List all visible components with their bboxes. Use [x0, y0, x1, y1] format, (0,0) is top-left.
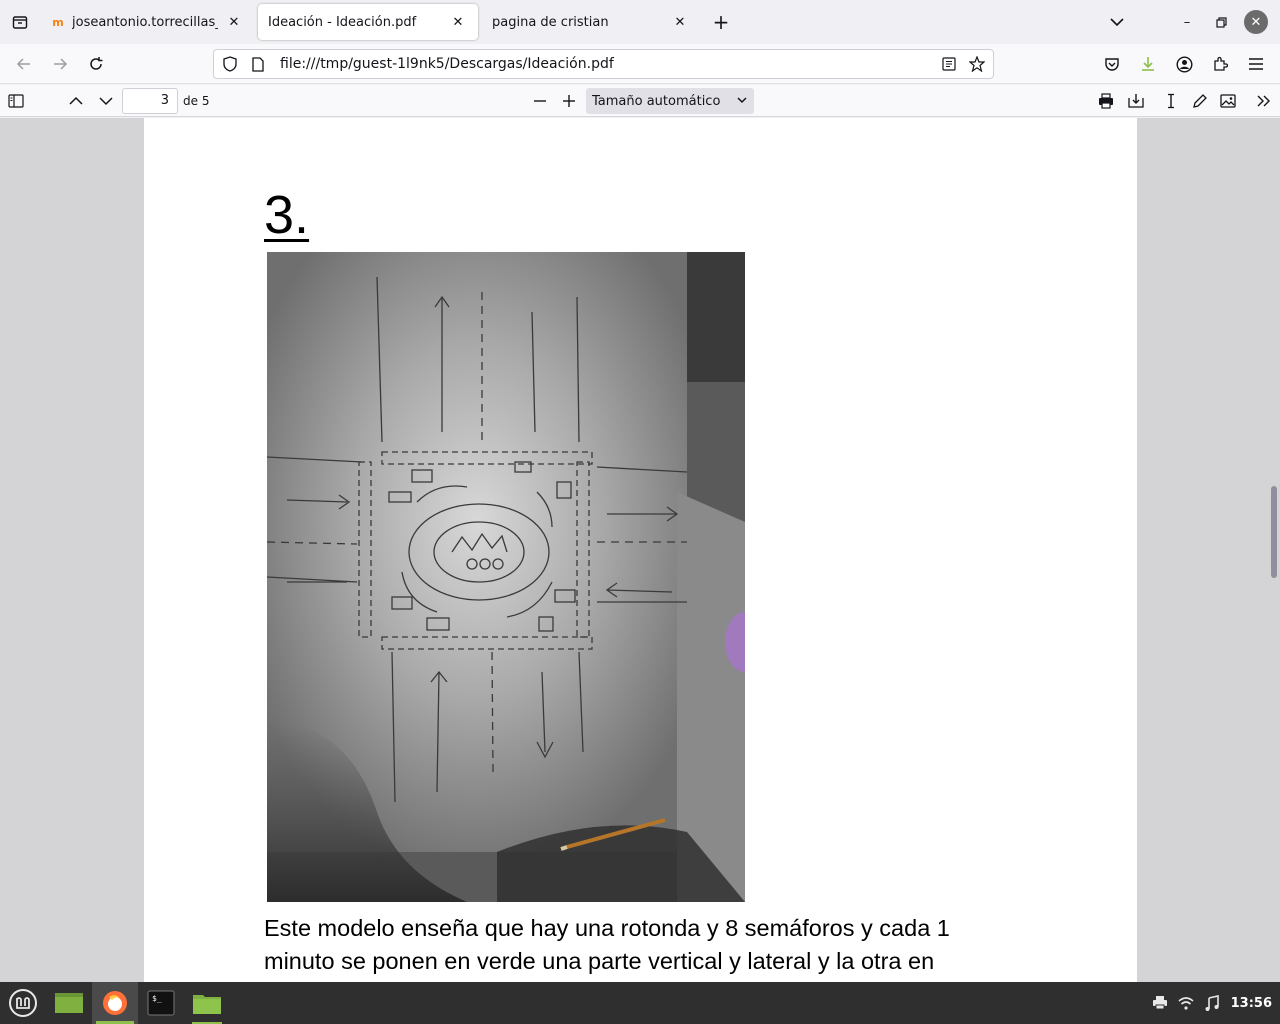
chevron-down-icon — [736, 94, 748, 110]
add-image-icon[interactable] — [1214, 88, 1242, 114]
start-menu-icon[interactable] — [0, 982, 46, 1024]
url-bar[interactable]: file:///tmp/guest-1l9nk5/Descargas/Ideac… — [213, 49, 994, 79]
clock[interactable]: 13:56 — [1231, 996, 1272, 1011]
roundabout-sketch-photo — [267, 252, 745, 902]
previous-page-icon[interactable] — [62, 88, 90, 114]
paragraph-line: Este modelo enseña que hay una rotonda y… — [264, 915, 950, 941]
pocket-icon[interactable] — [1094, 48, 1130, 80]
close-tab-icon[interactable]: ✕ — [224, 12, 244, 32]
restore-icon[interactable] — [1204, 0, 1238, 44]
close-tab-icon[interactable]: ✕ — [670, 12, 690, 32]
reader-view-icon[interactable] — [935, 50, 963, 78]
back-arrow-icon[interactable] — [6, 48, 42, 80]
window-controls: – ✕ — [1170, 0, 1280, 44]
extensions-icon[interactable] — [1202, 48, 1238, 80]
minimize-icon[interactable]: – — [1170, 0, 1204, 44]
paragraph-line: minuto se ponen en verde una parte verti… — [264, 948, 935, 974]
tab-label: Ideación - Ideación.pdf — [268, 14, 417, 30]
page-icon[interactable] — [244, 50, 272, 78]
save-download-icon[interactable] — [1122, 88, 1150, 114]
pdf-viewer[interactable]: 3. Este modelo enseña que hay una rotond… — [0, 118, 1280, 982]
section-heading: 3. — [264, 185, 310, 245]
zoom-value: Tamaño automático — [592, 93, 721, 109]
list-all-tabs-icon[interactable] — [1104, 7, 1130, 37]
svg-text:$_: $_ — [152, 994, 162, 1003]
tab-strip: m joseantonio.torrecillas_TD_ ✕ Ideación… — [0, 0, 1280, 44]
tab-label: joseantonio.torrecillas_TD_ — [72, 14, 218, 30]
firefox-taskbar-icon[interactable] — [92, 982, 138, 1024]
printer-icon[interactable] — [1147, 996, 1173, 1010]
wifi-icon[interactable] — [1173, 996, 1199, 1010]
toolbar-right — [1094, 48, 1274, 80]
close-tab-icon[interactable]: ✕ — [448, 12, 468, 32]
tab-moodle[interactable]: m joseantonio.torrecillas_TD_ ✕ — [40, 4, 254, 40]
tab-pagina-de-cristian[interactable]: pagina de cristian ✕ — [482, 4, 700, 40]
moodle-icon: m — [52, 15, 64, 29]
vertical-scrollbar[interactable] — [1268, 118, 1280, 982]
reload-icon[interactable] — [78, 48, 114, 80]
shield-icon[interactable] — [216, 50, 244, 78]
more-tools-icon[interactable] — [1250, 88, 1278, 114]
system-tray: 13:56 — [1147, 982, 1280, 1024]
next-page-icon[interactable] — [92, 88, 120, 114]
pdf-toolbar: 3 de 5 Tamaño automático — [0, 85, 1280, 117]
bookmark-star-icon[interactable] — [963, 50, 991, 78]
pdf-page: 3. Este modelo enseña que hay una rotond… — [144, 118, 1137, 982]
tab-ideacion-pdf[interactable]: Ideación - Ideación.pdf ✕ — [258, 4, 478, 40]
new-tab-button[interactable]: + — [704, 5, 738, 39]
menu-icon[interactable] — [1238, 48, 1274, 80]
navigation-bar: file:///tmp/guest-1l9nk5/Descargas/Ideac… — [0, 44, 1280, 84]
terminal-icon[interactable]: $_ — [138, 982, 184, 1024]
zoom-in-icon[interactable] — [555, 88, 583, 114]
page-number-input[interactable]: 3 — [122, 88, 178, 114]
url-text[interactable]: file:///tmp/guest-1l9nk5/Descargas/Ideac… — [280, 56, 935, 72]
zoom-select[interactable]: Tamaño automático — [586, 88, 754, 114]
pdf-paragraph: Este modelo enseña que hay una rotonda y… — [264, 912, 1024, 978]
tab-label: pagina de cristian — [492, 14, 609, 30]
account-icon[interactable] — [1166, 48, 1202, 80]
text-cursor-icon[interactable] — [1157, 88, 1185, 114]
taskbar: $_ 13:56 — [0, 982, 1280, 1024]
forward-arrow-icon[interactable] — [42, 48, 78, 80]
files-folder-icon[interactable] — [184, 982, 230, 1024]
sidebar-toggle-icon[interactable] — [2, 88, 30, 114]
print-icon[interactable] — [1092, 88, 1120, 114]
show-desktop-icon[interactable] — [46, 982, 92, 1024]
draw-pencil-icon[interactable] — [1186, 88, 1214, 114]
downloads-icon[interactable] — [1130, 48, 1166, 80]
zoom-out-icon[interactable] — [526, 88, 554, 114]
firefox-view-icon[interactable] — [0, 0, 40, 44]
close-window-icon[interactable]: ✕ — [1244, 10, 1268, 34]
sound-music-icon[interactable] — [1199, 995, 1225, 1011]
scrollbar-thumb[interactable] — [1271, 486, 1277, 578]
page-count-label: de 5 — [183, 94, 210, 108]
